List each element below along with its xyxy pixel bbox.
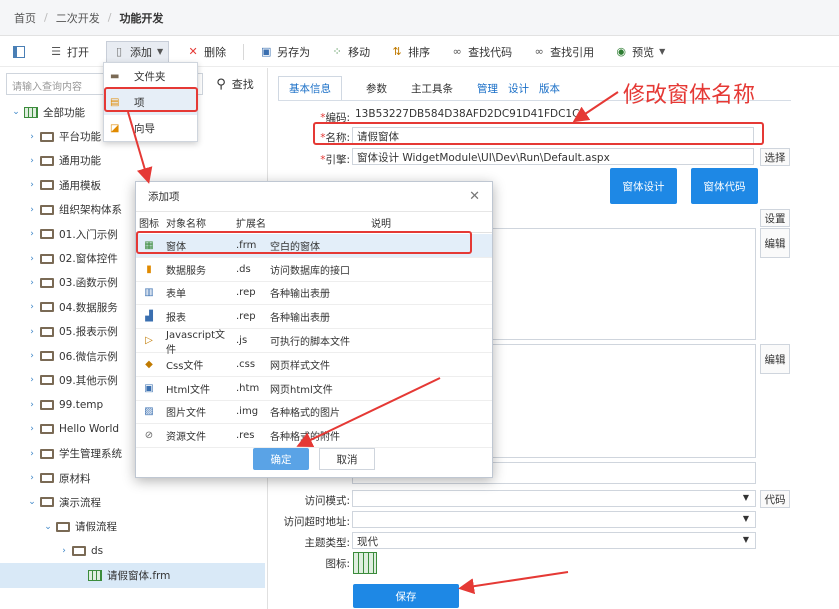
arrow-to-name-field	[572, 91, 619, 123]
annotation-arrows	[127, 91, 619, 595]
arrow-to-ok	[296, 377, 441, 448]
arrow-to-dialog	[127, 111, 153, 184]
arrow-to-save	[458, 571, 569, 595]
